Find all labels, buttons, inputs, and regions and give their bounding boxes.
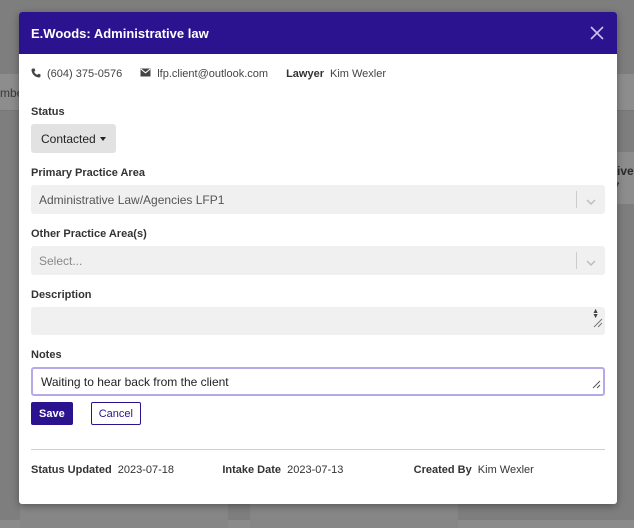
footer-divider (31, 449, 605, 450)
phone-number: (604) 375-0576 (47, 68, 123, 80)
envelope-icon (140, 68, 157, 80)
modal-header: E.Woods: Administrative law (19, 12, 617, 54)
created-by-label: Created By (413, 464, 472, 476)
notes-textarea[interactable]: Waiting to hear back from the client (31, 367, 605, 396)
modal-title: E.Woods: Administrative law (31, 25, 209, 41)
caret-down-icon (99, 136, 106, 141)
select-separator (576, 252, 577, 269)
resize-handle-icon[interactable] (591, 378, 601, 392)
intake-date: Intake Date 2023-07-13 (222, 464, 413, 476)
notes-label: Notes (31, 349, 62, 361)
status-value: Contacted (41, 131, 96, 146)
intake-date-value: 2023-07-13 (287, 464, 344, 476)
created-by: Created By Kim Wexler (414, 464, 605, 476)
other-practice-areas-placeholder: Select... (39, 253, 83, 268)
phone-icon (31, 68, 47, 81)
resize-handle-icon[interactable] (591, 315, 603, 333)
status-updated-value: 2023-07-18 (117, 464, 175, 476)
notes-value: Waiting to hear back from the client (41, 374, 229, 389)
other-practice-areas-label: Other Practice Area(s) (31, 228, 147, 240)
status-label: Status (31, 106, 65, 118)
email-contact: lfp.client@outlook.com (140, 68, 268, 80)
primary-practice-area-select[interactable]: Administrative Law/Agencies LFP1 (31, 185, 605, 214)
other-practice-areas-select[interactable]: Select... (31, 246, 605, 275)
contact-info-row: (604) 375-0576 lfp.client@outlook.com La… (31, 54, 605, 94)
status-updated: Status Updated 2023-07-18 (31, 464, 222, 476)
select-separator (576, 191, 577, 208)
primary-practice-area-value: Administrative Law/Agencies LFP1 (39, 192, 225, 207)
save-button[interactable]: Save (31, 402, 73, 425)
description-label: Description (31, 289, 92, 301)
intake-date-label: Intake Date (222, 464, 282, 476)
footer-metadata: Status Updated 2023-07-18 Intake Date 20… (31, 464, 605, 476)
lawyer-name: Kim Wexler (329, 68, 387, 80)
email-address: lfp.client@outlook.com (157, 68, 269, 80)
lawyer-info: Lawyer Kim Wexler (286, 68, 386, 80)
cancel-button[interactable]: Cancel (90, 402, 141, 425)
phone-contact: (604) 375-0576 (31, 68, 122, 81)
created-by-value: Kim Wexler (477, 464, 534, 476)
client-modal: E.Woods: Administrative law (604) 375-05… (19, 12, 617, 504)
description-textarea[interactable]: ▲ ▼ (31, 307, 605, 335)
status-updated-label: Status Updated (31, 464, 112, 476)
status-dropdown-button[interactable]: Contacted (31, 124, 116, 153)
chevron-down-icon (586, 195, 596, 209)
form-actions: Save Cancel (31, 402, 605, 425)
lawyer-label: Lawyer (286, 68, 324, 80)
chevron-down-icon (586, 256, 596, 270)
modal-body: (604) 375-0576 lfp.client@outlook.com La… (19, 54, 617, 476)
primary-practice-area-label: Primary Practice Area (31, 167, 145, 179)
close-icon[interactable] (589, 25, 605, 41)
